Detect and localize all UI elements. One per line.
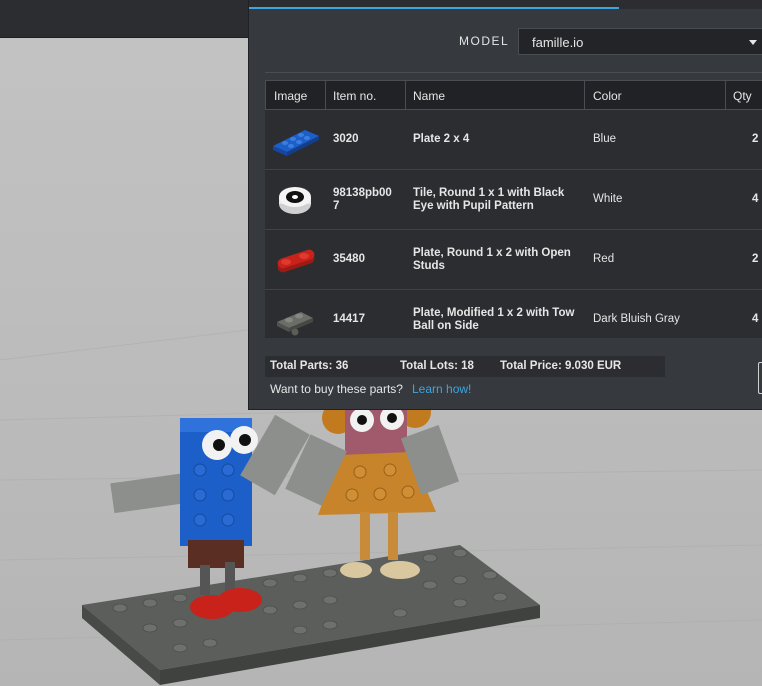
white-round-eye-tile-icon bbox=[279, 187, 311, 214]
model-select[interactable]: famille.io bbox=[518, 28, 762, 55]
model-label: MODEL bbox=[459, 34, 510, 48]
part-color: Red bbox=[593, 253, 615, 265]
part-qty: 2 bbox=[752, 133, 759, 145]
part-color: Dark Bluish Gray bbox=[593, 313, 680, 325]
total-lots: Total Lots: 18 bbox=[400, 360, 474, 372]
active-tab-indicator bbox=[249, 0, 619, 9]
item-no: 14417 bbox=[333, 313, 365, 325]
divider bbox=[265, 72, 762, 73]
total-price: Total Price: 9.030 EUR bbox=[500, 360, 622, 372]
red-round-plate-icon bbox=[277, 249, 315, 273]
table-header: Image Item no. Name Color Qty bbox=[265, 80, 762, 110]
column-header-item-no[interactable]: Item no. bbox=[325, 81, 406, 109]
part-name-wrap: Eye with Pupil Pattern bbox=[413, 200, 534, 212]
part-name-wrap: Ball on Side bbox=[413, 320, 479, 332]
table-row[interactable]: 98138pb00 7 Tile, Round 1 x 1 with Black… bbox=[265, 170, 762, 230]
blue-plate-2x4-icon bbox=[273, 130, 319, 156]
column-header-qty[interactable]: Qty bbox=[725, 81, 762, 109]
panel-tab-bar bbox=[249, 0, 762, 9]
learn-how-link[interactable]: Learn how! bbox=[412, 382, 471, 396]
item-no: 3020 bbox=[333, 133, 359, 145]
export-button[interactable] bbox=[758, 362, 762, 394]
totals-bar: Total Parts: 36 Total Lots: 18 Total Pri… bbox=[265, 356, 665, 377]
part-name: Plate, Round 1 x 2 with Open bbox=[413, 247, 571, 259]
part-name: Plate, Modified 1 x 2 with Tow bbox=[413, 307, 575, 319]
part-qty: 4 bbox=[752, 313, 759, 325]
part-color: White bbox=[593, 193, 623, 205]
column-header-color[interactable]: Color bbox=[585, 81, 726, 109]
model-select-value: famille.io bbox=[532, 35, 584, 50]
table-row[interactable]: 14417 Plate, Modified 1 x 2 with Tow Bal… bbox=[265, 290, 762, 338]
table-row[interactable]: 3020 Plate 2 x 4 Blue 2 bbox=[265, 110, 762, 170]
item-no: 98138pb00 bbox=[333, 187, 392, 199]
parts-list-panel: MODEL famille.io Image Item no. Name Col… bbox=[248, 0, 762, 410]
part-name-wrap: Studs bbox=[413, 260, 445, 272]
part-name: Tile, Round 1 x 1 with Black bbox=[413, 187, 565, 199]
item-no: 35480 bbox=[333, 253, 365, 265]
total-parts: Total Parts: 36 bbox=[270, 360, 349, 372]
chevron-down-icon bbox=[749, 40, 757, 45]
column-header-name[interactable]: Name bbox=[405, 81, 585, 109]
table-row[interactable]: 35480 Plate, Round 1 x 2 with Open Studs… bbox=[265, 230, 762, 290]
part-qty: 4 bbox=[752, 193, 759, 205]
part-name: Plate 2 x 4 bbox=[413, 133, 470, 145]
parts-table[interactable]: Image Item no. Name Color Qty 3020 Plate… bbox=[265, 80, 762, 338]
gray-tow-ball-plate-icon bbox=[277, 312, 313, 336]
item-no-wrap: 7 bbox=[333, 200, 340, 212]
part-qty: 2 bbox=[752, 253, 759, 265]
part-color: Blue bbox=[593, 133, 617, 145]
column-header-image[interactable]: Image bbox=[266, 81, 326, 109]
buy-prompt: Want to buy these parts? bbox=[270, 382, 403, 396]
